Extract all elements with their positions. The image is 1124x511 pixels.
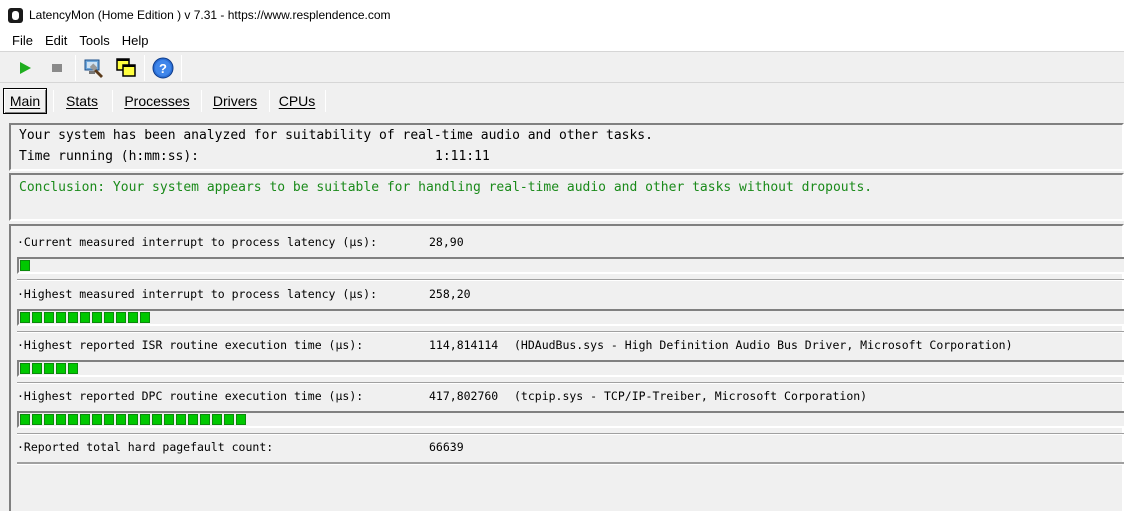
- drivers-icon[interactable]: [83, 57, 105, 79]
- progress-segment: [140, 312, 150, 323]
- progress-bar-fill: [20, 312, 152, 323]
- metric-detail: (HDAudBus.sys - High Definition Audio Bu…: [514, 338, 1013, 352]
- tab-separator: [201, 90, 202, 112]
- menu-edit[interactable]: Edit: [38, 33, 72, 48]
- metric-value: 417,802760: [429, 389, 499, 403]
- menu-bar: File Edit Tools Help: [0, 30, 1124, 51]
- progress-segment: [80, 312, 90, 323]
- progress-segment: [32, 414, 42, 425]
- progress-segment: [44, 312, 54, 323]
- progress-segment: [176, 414, 186, 425]
- metric-detail: (tcpip.sys - TCP/IP-Treiber, Microsoft C…: [514, 389, 868, 403]
- progress-bar: [17, 360, 1124, 377]
- tab-stats[interactable]: Stats: [58, 88, 106, 114]
- tab-separator: [53, 90, 54, 112]
- tab-bar: Main Stats Processes Drivers CPUs: [0, 84, 1124, 118]
- conclusion-text: Conclusion: Your system appears to be su…: [19, 180, 873, 195]
- stop-icon[interactable]: [46, 57, 68, 79]
- menu-file[interactable]: File: [5, 33, 38, 48]
- progress-segment: [20, 312, 30, 323]
- summary-panel: Your system has been analyzed for suitab…: [9, 123, 1124, 171]
- tab-separator: [325, 90, 326, 112]
- tab-drivers[interactable]: Drivers: [206, 88, 264, 114]
- progress-segment: [140, 414, 150, 425]
- progress-segment: [92, 414, 102, 425]
- progress-segment: [236, 414, 246, 425]
- title-bar: LatencyMon (Home Edition ) v 7.31 - http…: [0, 0, 1124, 30]
- progress-segment: [56, 363, 66, 374]
- progress-segment: [32, 312, 42, 323]
- progress-segment: [44, 414, 54, 425]
- progress-segment: [104, 312, 114, 323]
- tab-main[interactable]: Main: [3, 88, 47, 114]
- app-icon: [8, 7, 23, 23]
- progress-segment: [20, 414, 30, 425]
- progress-bar: [17, 309, 1124, 326]
- toolbar-separator: [181, 55, 182, 81]
- thin-bar: [17, 462, 1124, 465]
- progress-segment: [128, 312, 138, 323]
- progress-segment: [92, 312, 102, 323]
- toolbar-separator: [144, 55, 145, 81]
- row-separator: [17, 331, 1124, 333]
- toolbar: ?: [0, 51, 1124, 83]
- progress-segment: [68, 312, 78, 323]
- progress-segment: [200, 414, 210, 425]
- progress-segment: [116, 312, 126, 323]
- progress-bar-fill: [20, 260, 32, 271]
- progress-segment: [56, 414, 66, 425]
- progress-segment: [68, 363, 78, 374]
- progress-bar-fill: [20, 414, 248, 425]
- progress-segment: [56, 312, 66, 323]
- metric-label: ·Highest measured interrupt to process l…: [17, 287, 378, 301]
- progress-segment: [212, 414, 222, 425]
- metric-value: 258,20: [429, 287, 471, 301]
- progress-segment: [80, 414, 90, 425]
- windows-icon[interactable]: [115, 57, 137, 79]
- row-separator: [17, 279, 1124, 281]
- progress-bar: [17, 411, 1124, 428]
- menu-help[interactable]: Help: [115, 33, 154, 48]
- tab-cpus[interactable]: CPUs: [274, 88, 320, 114]
- progress-bar-fill: [20, 363, 80, 374]
- progress-segment: [68, 414, 78, 425]
- svg-text:?: ?: [159, 61, 167, 76]
- metric-label: ·Current measured interrupt to process l…: [17, 235, 378, 249]
- metric-label: ·Highest reported ISR routine execution …: [17, 338, 364, 352]
- row-separator: [17, 382, 1124, 384]
- tab-separator: [112, 90, 113, 112]
- progress-segment: [44, 363, 54, 374]
- play-icon[interactable]: [14, 57, 36, 79]
- time-running-label: Time running (h:mm:ss):: [19, 149, 200, 164]
- time-running-value: 1:11:11: [435, 149, 490, 164]
- progress-bar: [17, 257, 1124, 274]
- progress-segment: [188, 414, 198, 425]
- progress-segment: [104, 414, 114, 425]
- help-icon[interactable]: ?: [152, 57, 174, 79]
- analyzed-text: Your system has been analyzed for suitab…: [19, 128, 653, 143]
- tab-processes[interactable]: Processes: [118, 88, 196, 114]
- progress-segment: [128, 414, 138, 425]
- progress-segment: [164, 414, 174, 425]
- progress-segment: [152, 414, 162, 425]
- progress-segment: [20, 260, 30, 271]
- metric-label: ·Reported total hard pagefault count:: [17, 440, 274, 454]
- window-title: LatencyMon (Home Edition ) v 7.31 - http…: [29, 8, 391, 22]
- progress-segment: [224, 414, 234, 425]
- progress-segment: [32, 363, 42, 374]
- tab-separator: [269, 90, 270, 112]
- progress-segment: [116, 414, 126, 425]
- progress-segment: [20, 363, 30, 374]
- metric-value: 66639: [429, 440, 464, 454]
- metrics-panel: ·Current measured interrupt to process l…: [9, 224, 1124, 511]
- metric-value: 114,814114: [429, 338, 499, 352]
- row-separator: [17, 433, 1124, 435]
- metric-label: ·Highest reported DPC routine execution …: [17, 389, 364, 403]
- metric-value: 28,90: [429, 235, 464, 249]
- toolbar-separator: [75, 55, 76, 81]
- conclusion-panel: Conclusion: Your system appears to be su…: [9, 173, 1124, 221]
- menu-tools[interactable]: Tools: [72, 33, 114, 48]
